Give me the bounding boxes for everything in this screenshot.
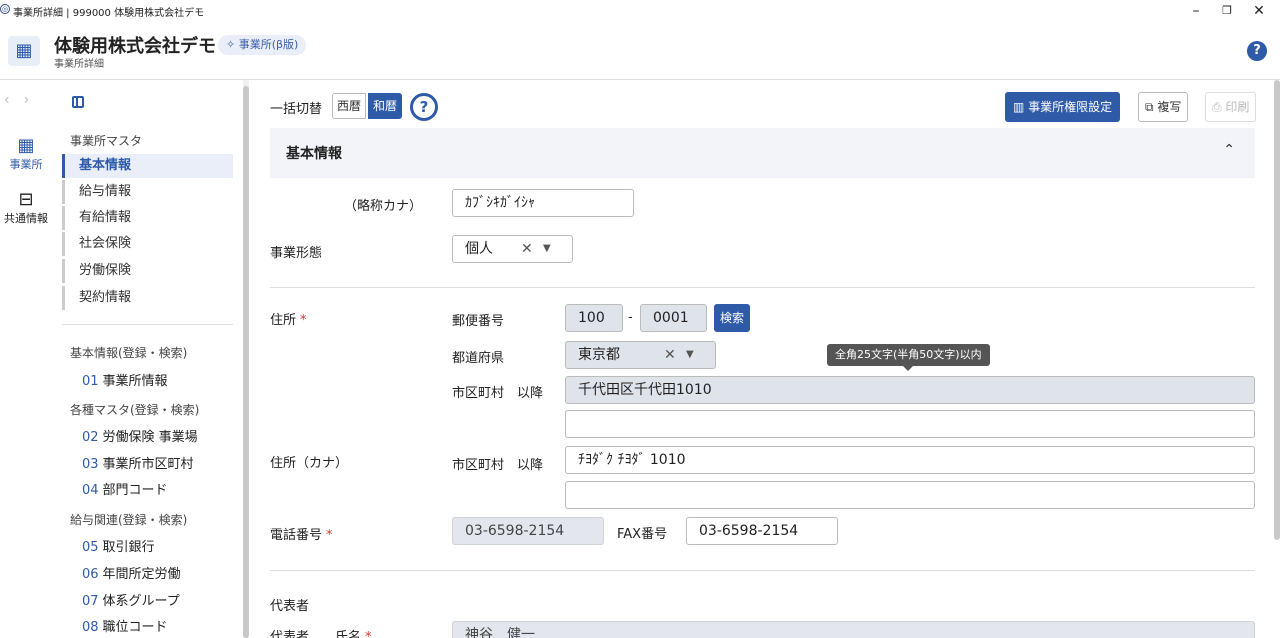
char-limit-tooltip: 全角25文字(半角50文字)以内 [827,344,990,371]
history-arrows[interactable]: ‹› [4,92,43,108]
menu-link[interactable]: 06 年間所定労働 [82,563,181,582]
menu-link[interactable]: 07 体系グループ [82,590,180,609]
permission-settings-button[interactable]: ▥ 事業所権限設定 [1005,92,1121,122]
postal-search-button[interactable]: 検索 [714,304,750,332]
window-titlebar: ◎ 事業所詳細 | 999000 体験用株式会社デモ – ❐ ✕ [0,0,1280,24]
city-input-2[interactable] [565,410,1255,438]
copy-button[interactable]: ⧉ 複写 [1138,92,1189,122]
menu-heading: 事業所マスタ [70,134,143,148]
menu-link[interactable]: 04 部門コード [82,479,168,498]
postal-label: 郵便番号 [452,314,505,329]
rail-item-office[interactable]: ▦ 事業所 [0,135,52,180]
prefecture-select[interactable]: 東京都 ✕ ▼ [565,341,716,369]
print-button[interactable]: ⎙ 印刷 [1205,92,1257,122]
divider [270,570,1255,571]
maximize-button[interactable]: ❐ [1212,0,1242,24]
help-icon[interactable]: ? [410,93,438,121]
chevron-up-icon[interactable]: ⌃ [1223,142,1235,158]
sidebar-item-social-insurance[interactable]: 社会保険 [62,232,233,256]
fax-input[interactable]: 03-6598-2154 [686,517,838,545]
sidebar-item-basic[interactable]: 基本情報 [62,154,233,178]
abbr-kana-label: （略称カナ） [344,199,423,214]
city-input[interactable]: 千代田区千代田1010 [565,376,1255,404]
menu-group-heading: 給与関連(登録・検索) [70,513,188,527]
business-form-label: 事業形態 [270,246,323,261]
help-icon[interactable]: ? [1247,41,1267,61]
representative-name-input[interactable]: 神谷 健一 [452,621,1255,638]
page-subtitle: 事業所詳細 [54,59,104,70]
building-icon: ▥ [1013,100,1029,114]
panel-icon: ⊟ [18,189,34,210]
city-label: 市区町村 以降 [452,386,544,401]
side-menu: 事業所マスタ 基本情報 給与情報 有給情報 社会保険 労働保険 契約情報 基本情… [52,80,242,638]
city-kana-input[interactable]: ﾁﾖﾀﾞｸ ﾁﾖﾀﾞ 1010 [565,446,1255,474]
sidebar-item-contract[interactable]: 契約情報 [62,286,233,310]
postal-code-2-input[interactable]: 0001 [640,304,707,332]
menu-link[interactable]: 02 労働保険 事業場 [82,426,198,445]
minimize-button[interactable]: – [1181,0,1211,24]
collapse-sidebar-icon[interactable] [72,96,84,108]
left-rail: ‹› ▦ 事業所 ⊟ 共通情報 [0,80,52,638]
clear-icon[interactable]: ✕ [521,236,533,262]
address-label: 住所 * [270,313,307,328]
app-logo-icon: ◎ [0,4,10,14]
section-header[interactable]: 基本情報 ⌃ [270,128,1255,178]
wareki-toggle[interactable]: 和暦 [368,93,403,119]
representative-name-label: 代表者 氏名 * [270,630,372,638]
postal-code-1-input[interactable]: 100 [565,304,623,332]
main-content: 一括切替 西暦 和暦 ? ▥ 事業所権限設定 ⧉ 複写 ⎙ 印刷 基本情報 ⌃ … [252,80,1276,638]
sidebar-item-salary[interactable]: 給与情報 [62,180,233,204]
divider [270,287,1255,288]
menu-divider [62,324,233,325]
building-icon: ▦ [8,36,40,66]
representative-section-label: 代表者 [270,599,310,614]
city-kana-label: 市区町村 以降 [452,458,544,473]
era-switch-label: 一括切替 [270,102,323,117]
sidemenu-scrollbar[interactable] [243,80,249,638]
menu-link[interactable]: 05 取引銀行 [82,536,155,555]
chevron-down-icon[interactable]: ▼ [543,236,551,262]
rail-item-label: 共通情報 [4,212,48,225]
menu-group-heading: 基本情報(登録・検索) [70,346,188,360]
postal-separator: - [628,310,633,325]
fax-label: FAX番号 [617,527,668,542]
city-kana-input-2[interactable] [565,481,1255,509]
app-header: ▦ 体験用株式会社デモ ✧ 事業所(β版) 事業所詳細 ? [0,24,1280,80]
prefecture-label: 都道府県 [452,351,505,366]
address-kana-label: 住所（カナ） [270,456,349,471]
business-form-select[interactable]: 個人 ✕ ▼ [452,235,573,263]
menu-link[interactable]: 03 事業所市区町村 [82,453,194,472]
chevron-down-icon[interactable]: ▼ [686,342,694,368]
phone-input[interactable]: 03-6598-2154 [452,517,604,545]
mode-badge: ✧ 事業所(β版) [218,35,307,55]
abbr-kana-input[interactable]: ｶﾌﾞｼｷｶﾞｲｼｬ [452,189,634,217]
sidebar-item-labor-insurance[interactable]: 労働保険 [62,259,233,283]
close-button[interactable]: ✕ [1244,0,1274,24]
menu-link[interactable]: 01 事業所情報 [82,370,168,389]
rail-item-label: 事業所 [9,158,43,171]
phone-label: 電話番号 * [270,528,333,543]
rail-item-common[interactable]: ⊟ 共通情報 [0,190,52,226]
section-title: 基本情報 [286,146,342,162]
copy-icon: ⧉ [1145,100,1158,114]
menu-group-heading: 各種マスタ(登録・検索) [70,403,200,417]
content-scrollbar[interactable] [1274,80,1280,540]
clear-icon[interactable]: ✕ [664,342,676,368]
sidebar-item-paid-leave[interactable]: 有給情報 [62,206,233,230]
window-title: 事業所詳細 | 999000 体験用株式会社デモ [13,8,205,19]
menu-link[interactable]: 08 職位コード [82,616,168,635]
seireki-toggle[interactable]: 西暦 [332,93,367,119]
building-icon: ▦ [17,135,35,156]
printer-icon: ⎙ [1212,100,1226,114]
